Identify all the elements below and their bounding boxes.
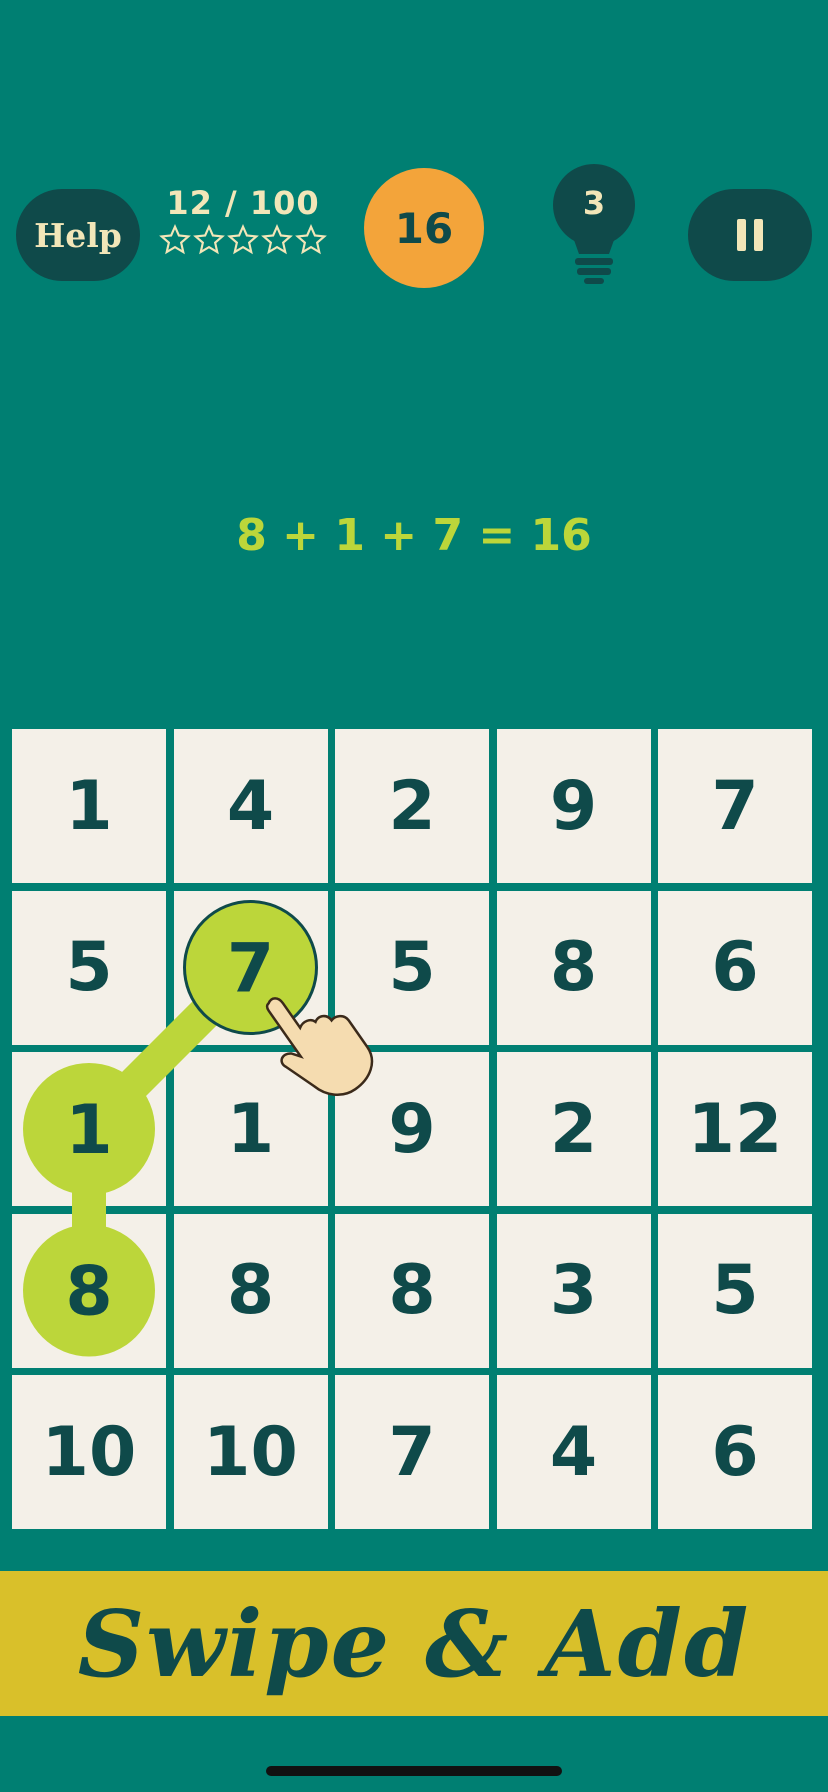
star-rating [158,224,328,256]
grid-cell[interactable]: 10 [173,1375,328,1529]
number-grid: 1 4 2 9 7 5 7 5 8 6 1 1 9 2 12 8 8 8 3 5 10 10 7 4 6 8 1 7 [12,729,816,1529]
help-button[interactable]: Help [16,189,140,281]
grid-cell[interactable]: 5 [335,890,489,1045]
grid-cell[interactable]: 1 [12,729,166,883]
level-progress-text: 12 / 100 [166,184,320,222]
star-icon [261,224,293,255]
target-sum: 16 [394,203,454,253]
help-label: Help [34,215,122,255]
grid-cell[interactable]: 8 [496,890,651,1045]
star-icon [227,224,259,255]
star-icon [159,224,191,255]
grid-cell[interactable]: 3 [496,1213,651,1368]
lightbulb-icon [553,164,635,284]
level-progress: 12 / 100 [158,184,328,256]
grid-cell[interactable]: 6 [658,890,812,1045]
grid-cell[interactable]: 8 [12,1213,166,1368]
title-banner: Swipe & Add [0,1571,828,1716]
grid-cell[interactable]: 12 [658,1052,812,1206]
grid-cell[interactable]: 7 [658,729,812,883]
hint-button[interactable]: 3 [551,164,637,288]
star-icon [193,224,225,255]
sum-equation: 8 + 1 + 7 = 16 [236,510,592,561]
grid-cell[interactable]: 9 [335,1052,489,1206]
hint-count: 3 [582,184,606,222]
star-icon [295,224,327,255]
grid-cell[interactable]: 6 [658,1375,812,1529]
grid-cell[interactable]: 7 [173,890,328,1045]
home-indicator[interactable] [266,1766,562,1776]
grid-cell[interactable]: 2 [335,729,489,883]
grid-cell[interactable]: 2 [496,1052,651,1206]
grid-cell[interactable]: 8 [173,1213,328,1368]
grid-cell[interactable]: 1 [12,1052,166,1206]
pause-icon [737,219,746,251]
grid-cell[interactable]: 4 [496,1375,651,1529]
target-sum-badge: 16 [364,168,484,288]
grid-cell[interactable]: 5 [658,1213,812,1368]
grid-cell[interactable]: 5 [12,890,166,1045]
grid-cell[interactable]: 9 [496,729,651,883]
grid-cell[interactable]: 7 [335,1375,489,1529]
grid-cell[interactable]: 8 [335,1213,489,1368]
grid-cell[interactable]: 10 [12,1375,166,1529]
grid-cell[interactable]: 1 [173,1052,328,1206]
banner-title: Swipe & Add [77,1589,751,1698]
grid-cell[interactable]: 4 [173,729,328,883]
pause-button[interactable] [688,189,812,281]
